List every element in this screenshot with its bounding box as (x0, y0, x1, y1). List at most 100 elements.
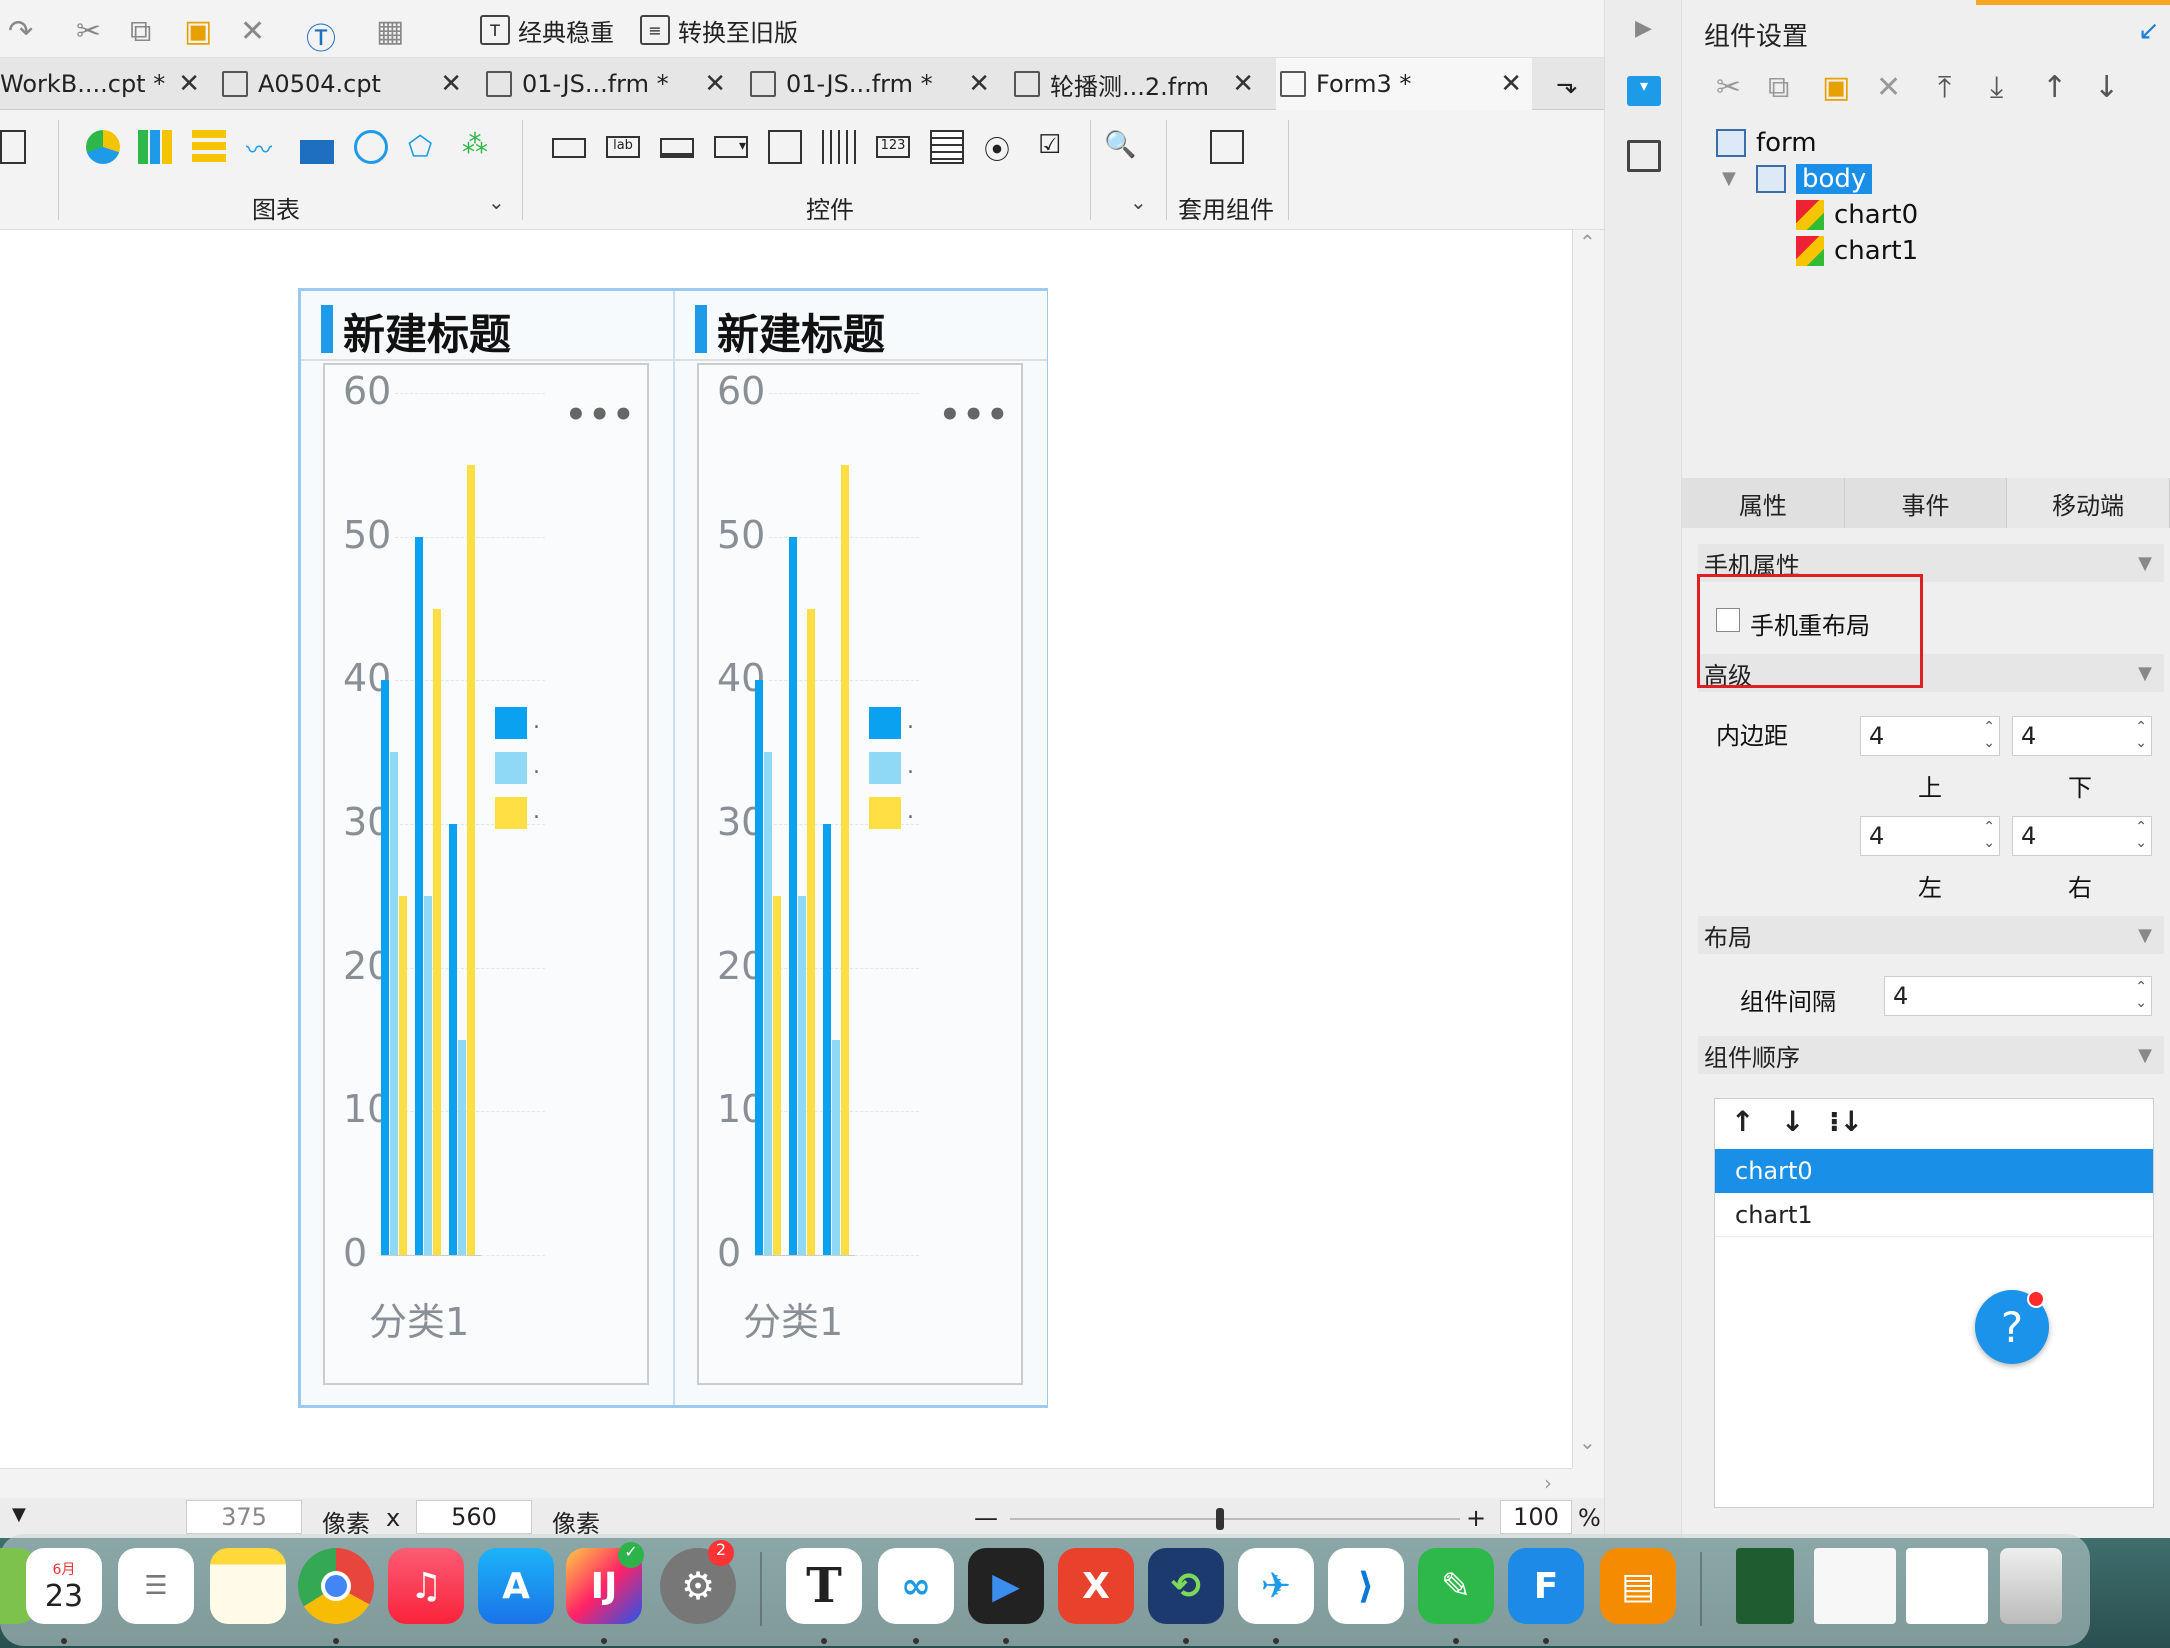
expand-icon[interactable]: ▼ (1722, 168, 1736, 189)
tree-item-chart1[interactable]: chart1 (1796, 236, 1918, 266)
bar-s2-3[interactable] (832, 1039, 840, 1255)
textarea-widget-icon[interactable] (930, 130, 964, 164)
legend-swatch-1[interactable] (869, 707, 901, 739)
stepper-icon[interactable]: ⌃ ⌄ (2135, 819, 2147, 851)
legend-swatch-3[interactable] (869, 797, 901, 829)
copy-icon[interactable]: ⧉ (1768, 70, 1789, 105)
tree-item-form[interactable]: form (1716, 128, 1817, 158)
radio-group-icon[interactable]: ⦿ (984, 130, 1018, 166)
radar-chart-icon[interactable]: ⬠ (408, 130, 442, 164)
vertical-scrollbar[interactable]: ⌃ ⌄ (1572, 230, 1604, 1468)
scroll-right-icon[interactable]: › (1544, 1471, 1552, 1495)
tree-item-chart0[interactable]: chart0 (1796, 200, 1918, 230)
bar-s3-2[interactable] (433, 608, 441, 1255)
bar-s1-2[interactable] (415, 536, 423, 1255)
bar-s2-1[interactable] (390, 752, 398, 1255)
width-field[interactable]: 375 (186, 1500, 302, 1534)
music-app-icon[interactable]: ♫ (388, 1548, 464, 1624)
xmind-app-icon[interactable]: X (1058, 1548, 1134, 1624)
delete-icon[interactable]: ✕ (1876, 70, 1901, 105)
padding-right-input[interactable]: 4 ⌃ ⌄ (2012, 816, 2152, 856)
bar-s1-3[interactable] (823, 824, 831, 1255)
text-format-icon[interactable]: Ⓣ (306, 14, 336, 58)
gap-input[interactable]: 4 ⌃ ⌄ (1884, 976, 2152, 1016)
widget-settings-icon[interactable]: ▾ (1627, 76, 1661, 106)
padding-bottom-input[interactable]: 4 ⌃ ⌄ (2012, 716, 2152, 756)
chart1-plot[interactable]: ••• 分类1 60 50 40 30 20 10 0... (697, 363, 1023, 1385)
tab-events[interactable]: 事件 (1845, 478, 2008, 528)
chart0-panel[interactable]: 新建标题 ••• 分类1 60 50 40 30 20 10 0... (301, 291, 673, 1405)
close-icon[interactable]: ✕ (1500, 69, 1522, 99)
order-section[interactable]: 组件顺序 ▼ (1698, 1036, 2164, 1074)
scroll-up-icon[interactable]: ⌃ (1579, 230, 1596, 254)
cut-icon[interactable]: ✂ (1716, 70, 1741, 105)
bar-s3-1[interactable] (773, 895, 781, 1255)
number-widget-icon[interactable]: 123 (876, 136, 910, 158)
zoom-in-button[interactable]: + (1466, 1504, 1486, 1532)
lab-widget-icon[interactable]: lab (606, 136, 640, 158)
scatter-chart-icon[interactable]: ⁂ (462, 130, 496, 164)
close-icon[interactable]: ✕ (1232, 69, 1254, 99)
delete-icon[interactable]: ✕ (240, 14, 265, 49)
copy-icon[interactable]: ⧉ (130, 14, 151, 49)
bar-s2-3[interactable] (458, 1039, 466, 1255)
move-up-icon[interactable]: ↑ (1731, 1105, 1754, 1138)
tab-carousel[interactable]: 轮播测...2.frm ✕ (1014, 58, 1264, 110)
move-bottom-icon[interactable]: ⤓ (1990, 70, 2003, 105)
tab-menu-icon[interactable]: ⬎ (1556, 70, 1578, 100)
padding-top-input[interactable]: 4 ⌃ ⌄ (1860, 716, 2000, 756)
order-item-chart0[interactable]: chart0 (1715, 1149, 2153, 1193)
form-body[interactable]: 新建标题 ••• 分类1 60 50 40 30 20 10 0... 新建标题 ••• 分… (298, 288, 1048, 1408)
tab-a0504[interactable]: A0504.cpt ✕ (222, 58, 472, 110)
legend-swatch-2[interactable] (869, 752, 901, 784)
bar-s1-1[interactable] (381, 680, 389, 1255)
chart0-plot[interactable]: ••• 分类1 60 50 40 30 20 10 0... (323, 363, 649, 1385)
redo-icon[interactable]: ↷ (8, 14, 33, 49)
convert-old-version-button[interactable]: ≡ 转换至旧版 (640, 10, 798, 50)
tab-workbook[interactable]: WorkB....cpt * ✕ (0, 58, 210, 110)
close-icon[interactable]: ✕ (968, 69, 990, 99)
zoom-field[interactable]: 100 (1500, 1500, 1572, 1534)
label-widget-icon[interactable] (552, 138, 586, 158)
bar-s1-2[interactable] (789, 536, 797, 1255)
dropdown-icon[interactable]: ▼ (12, 1504, 26, 1525)
calendar-widget-icon[interactable] (822, 130, 856, 164)
more-icon[interactable]: ••• (565, 395, 636, 435)
area-chart-icon[interactable] (300, 130, 334, 164)
stepper-icon[interactable]: ⌃ ⌄ (2135, 979, 2147, 1011)
bar-s2-2[interactable] (424, 895, 432, 1255)
vscode-app-icon[interactable]: ⟩ (1328, 1548, 1404, 1624)
legend-swatch-1[interactable] (495, 707, 527, 739)
bar-s2-1[interactable] (764, 752, 772, 1255)
order-item-chart1[interactable]: chart1 (1715, 1193, 2153, 1237)
layout-section[interactable]: 布局 ▼ (1698, 916, 2164, 954)
video-app-icon[interactable]: ▶ (968, 1548, 1044, 1624)
horizontal-bar-icon[interactable] (192, 130, 226, 164)
move-top-icon[interactable]: ⤒ (1938, 70, 1951, 105)
move-down-icon[interactable]: ↓ (1781, 1105, 1804, 1138)
calendar-app-icon[interactable]: 6月 23 (26, 1548, 102, 1624)
chevron-down-icon[interactable]: ⌄ (1130, 190, 1147, 214)
dingtalk-app-icon[interactable]: ✈ (1238, 1548, 1314, 1624)
document-thumbnail[interactable] (1736, 1548, 1794, 1624)
height-field[interactable]: 560 (416, 1500, 532, 1534)
preset-widget-icon[interactable] (1210, 130, 1244, 164)
paste-icon[interactable]: ▣ (1822, 70, 1850, 105)
line-chart-icon[interactable]: 〰 (246, 130, 280, 166)
legend-swatch-3[interactable] (495, 797, 527, 829)
stepper-icon[interactable]: ⌃ ⌄ (1983, 819, 1995, 851)
bar-s3-3[interactable] (467, 464, 475, 1255)
collapse-icon[interactable]: ↙ (2138, 16, 2160, 46)
close-icon[interactable]: ✕ (704, 69, 726, 99)
expand-arrow-icon[interactable]: ▶ (1635, 16, 1652, 41)
zoom-out-button[interactable]: — (974, 1504, 998, 1532)
bar-s3-2[interactable] (807, 608, 815, 1255)
bar-s1-3[interactable] (449, 824, 457, 1255)
screenshot-thumbnail[interactable] (1814, 1548, 1896, 1624)
date-widget-icon[interactable] (768, 130, 802, 164)
table-layout-icon[interactable] (0, 130, 26, 164)
sort-icon[interactable]: ⁝↓ (1829, 1105, 1863, 1138)
stepper-icon[interactable]: ⌃ ⌄ (1983, 719, 1995, 751)
bar-s3-1[interactable] (399, 895, 407, 1255)
tree-item-body[interactable]: body (1756, 164, 1873, 194)
